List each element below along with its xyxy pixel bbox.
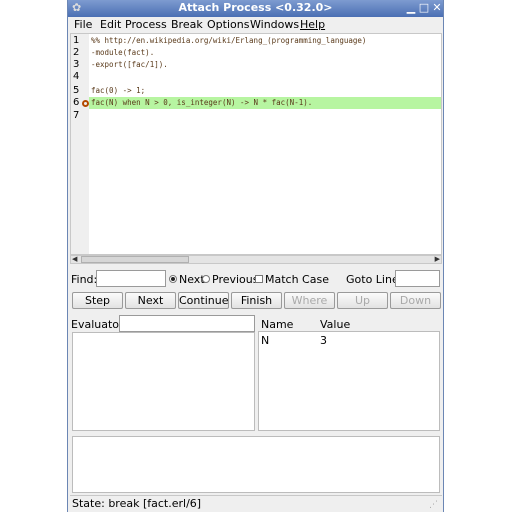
window-title: Attach Process <0.32.0> (178, 1, 333, 14)
menu-windows[interactable]: Windows (250, 18, 299, 31)
horizontal-scrollbar[interactable]: ◀ ▶ (70, 255, 442, 264)
code-line: fac(N) when N > 0, is_integer(N) -> N * … (91, 98, 313, 107)
menu-bar: File Edit Process Break Options Windows … (68, 17, 443, 33)
menu-process[interactable]: Process (125, 18, 167, 31)
menu-file[interactable]: File (74, 18, 92, 31)
bindings-header-value[interactable]: Value (320, 318, 350, 331)
binding-name: N (261, 334, 270, 347)
line-number: 2 (73, 47, 80, 58)
find-input[interactable] (96, 270, 166, 287)
title-bar: ✿ Attach Process <0.32.0> ▁ □ ✕ (68, 0, 443, 17)
finish-button[interactable]: Finish (231, 292, 282, 309)
match-case-checkbox[interactable] (255, 275, 263, 283)
code-line: -module(fact). (91, 48, 155, 57)
previous-radio-label: Previous (212, 273, 259, 286)
close-icon[interactable]: ✕ (431, 2, 443, 14)
line-number: 5 (73, 85, 80, 96)
where-button[interactable]: Where (284, 292, 335, 309)
bindings-header-name[interactable]: Name (261, 318, 293, 331)
up-button[interactable]: Up (337, 292, 388, 309)
next-button[interactable]: Next (125, 292, 176, 309)
maximize-icon[interactable]: □ (418, 2, 430, 14)
line-number: 3 (73, 59, 80, 70)
step-button[interactable]: Step (72, 292, 123, 309)
find-label: Find: (71, 273, 98, 286)
table-row[interactable]: N 3 (259, 333, 439, 347)
code-editor[interactable]: 1 %% http://en.wikipedia.org/wiki/Erlang… (70, 33, 442, 255)
next-radio-label: Next (179, 273, 205, 286)
evaluator-output[interactable] (72, 332, 255, 431)
goto-line-label: Goto Line: (346, 273, 403, 286)
code-line: -export([fac/1]). (91, 60, 168, 69)
scroll-right-icon[interactable]: ▶ (435, 255, 440, 263)
down-button[interactable]: Down (390, 292, 441, 309)
breakpoint-icon[interactable] (82, 100, 89, 107)
attach-process-window: ✿ Attach Process <0.32.0> ▁ □ ✕ File Edi… (67, 0, 444, 512)
resize-grip-icon[interactable]: ⋰ (429, 500, 438, 510)
menu-help[interactable]: Help (300, 18, 325, 31)
line-number: 4 (73, 71, 80, 82)
minimize-icon[interactable]: ▁ (405, 2, 417, 14)
evaluator-input[interactable] (119, 315, 255, 332)
line-number: 7 (73, 110, 80, 121)
match-case-label: Match Case (265, 273, 329, 286)
scroll-left-icon[interactable]: ◀ (72, 255, 77, 263)
binding-value: 3 (320, 334, 327, 347)
scrollbar-thumb[interactable] (81, 256, 189, 263)
previous-radio[interactable] (202, 275, 210, 283)
code-line: fac(0) -> 1; (91, 86, 146, 95)
next-radio[interactable] (169, 275, 177, 283)
line-number: 6 (73, 97, 80, 108)
code-line: %% http://en.wikipedia.org/wiki/Erlang_(… (91, 36, 367, 45)
status-text: State: break [fact.erl/6] (72, 497, 202, 510)
trace-output-area[interactable] (72, 436, 440, 493)
menu-options[interactable]: Options (207, 18, 249, 31)
status-bar: State: break [fact.erl/6] ⋰ (70, 495, 442, 512)
continue-button[interactable]: Continue (178, 292, 229, 309)
menu-edit[interactable]: Edit (100, 18, 121, 31)
goto-line-input[interactable] (395, 270, 440, 287)
line-number: 1 (73, 35, 80, 46)
bindings-table[interactable]: N 3 (258, 331, 440, 431)
menu-break[interactable]: Break (171, 18, 203, 31)
